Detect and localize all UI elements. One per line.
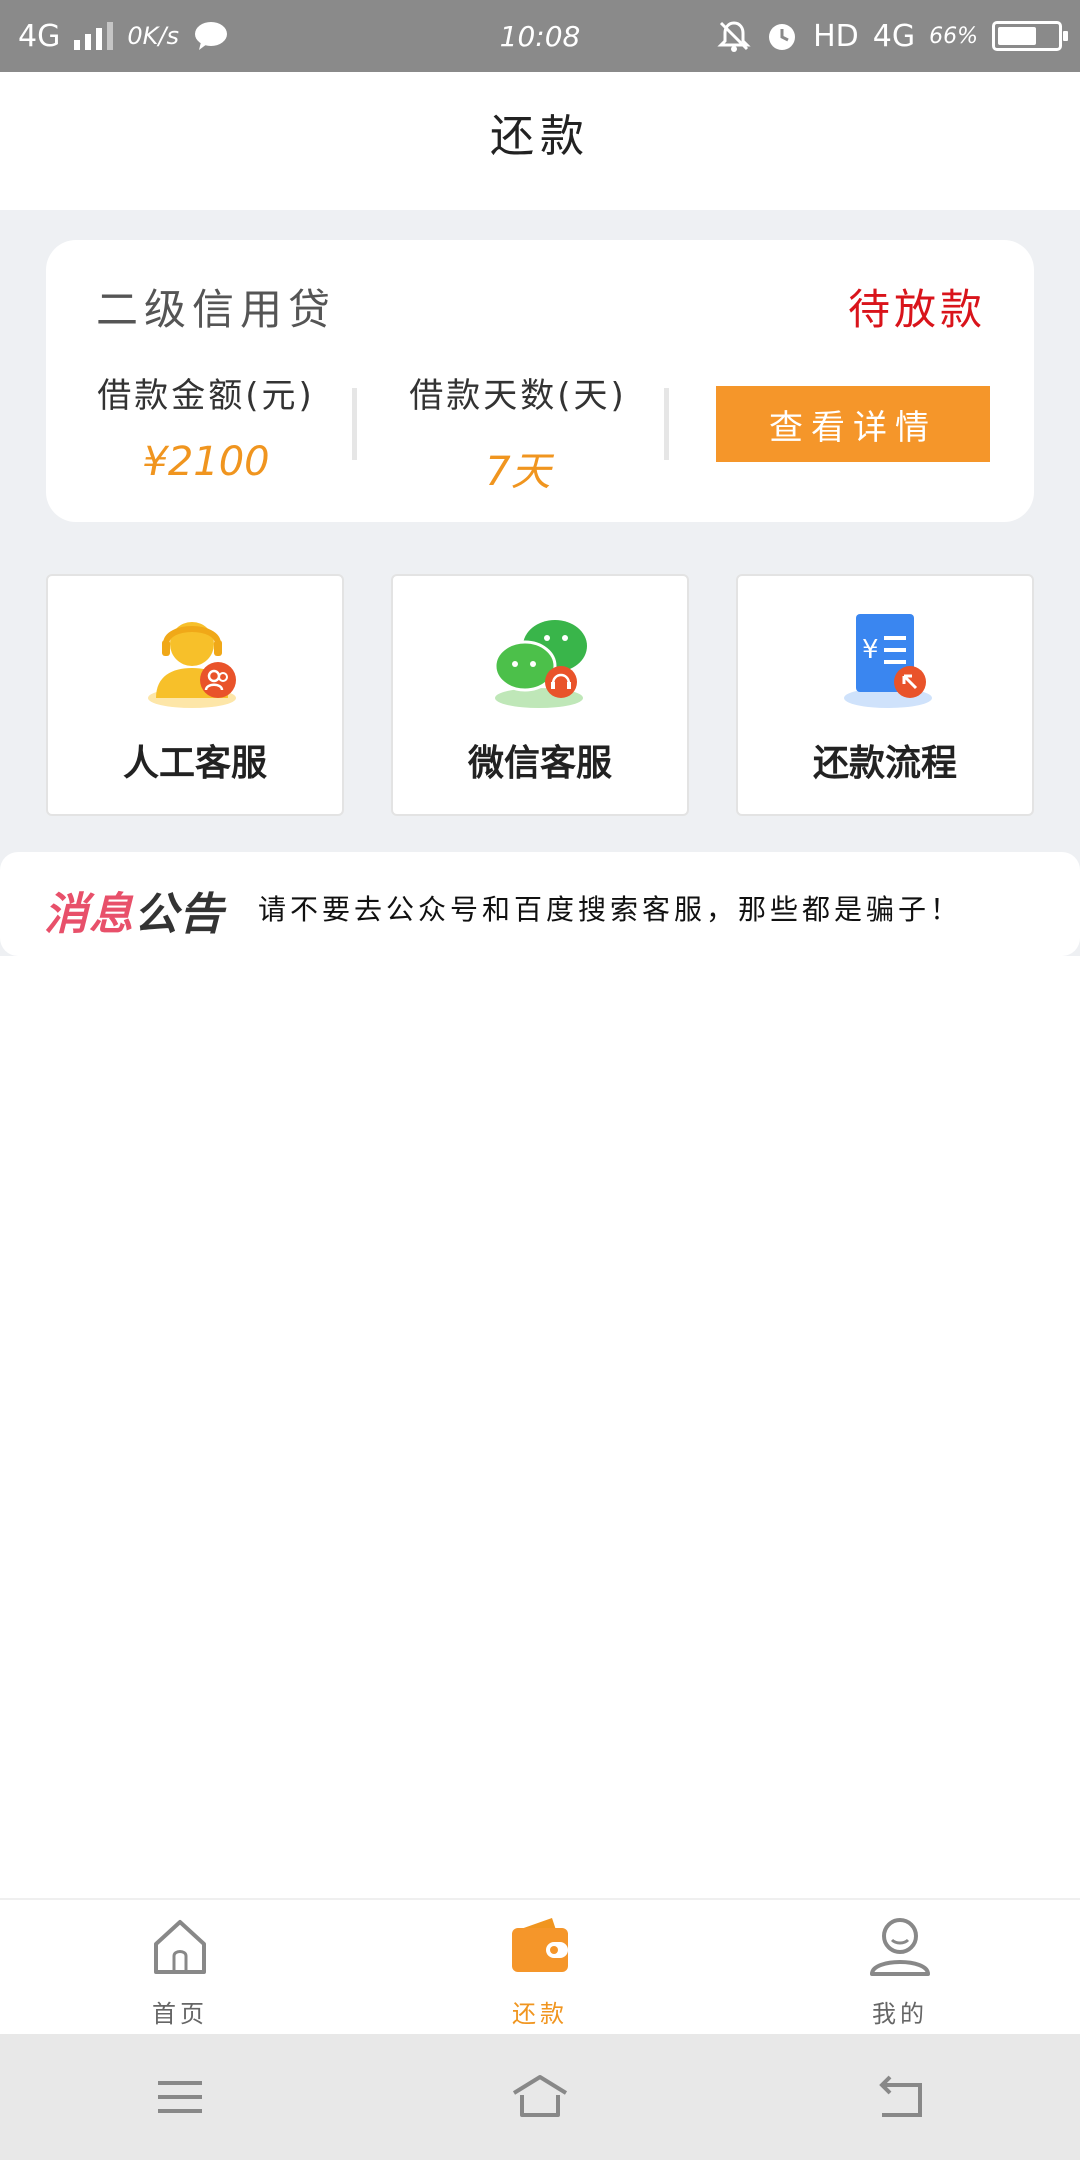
service-tile-repayment-process[interactable]: ¥ 还款流程	[736, 574, 1034, 816]
loan-amount-stat: 借款金额(元) ¥2100	[71, 368, 341, 485]
notice-tag-part2: 公告	[134, 889, 224, 940]
loan-days-value: 7天	[485, 449, 551, 495]
battery-level-fill	[998, 27, 1037, 45]
loan-status-label: 待放款	[847, 285, 986, 334]
battery-percent: 66%	[929, 23, 978, 49]
signal-strength-icon	[74, 22, 114, 50]
service-label: 人工客服	[122, 743, 267, 784]
service-label: 还款流程	[812, 743, 957, 784]
network-speed: 0K/s	[127, 22, 179, 50]
wallet-icon	[512, 1918, 568, 1972]
network-type-label: 4G	[18, 18, 61, 54]
loan-product-name: 二级信用贷	[96, 285, 337, 334]
tab-label: 首页	[152, 2000, 208, 2028]
tab-label: 还款	[512, 2000, 568, 2028]
network-type-right: 4G	[872, 18, 916, 54]
notice-tag-part1: 消息	[44, 889, 134, 940]
stat-divider	[664, 388, 669, 460]
svg-text:¥: ¥	[862, 635, 879, 665]
page-title: 还款	[490, 111, 590, 162]
service-label: 微信客服	[467, 743, 612, 784]
battery-icon	[992, 21, 1068, 51]
notice-text: 请不要去公众号和百度搜索客服，那些都是骗子！	[258, 893, 963, 926]
user-icon	[870, 1918, 930, 1976]
tab-home[interactable]: 首页	[0, 1900, 360, 2034]
view-details-button[interactable]: 查看详情	[716, 386, 990, 462]
repayment-document-icon: ¥	[844, 614, 932, 708]
agent-headset-icon	[148, 622, 236, 708]
service-tile-human-support[interactable]: 人工客服	[46, 574, 344, 816]
service-tile-wechat-support[interactable]: 微信客服	[391, 574, 689, 816]
home-icon	[154, 1920, 206, 1974]
home-nav-icon[interactable]	[510, 2067, 570, 2127]
bottom-tab-bar: 首页 还款 我的	[0, 1898, 1080, 2034]
system-navigation-bar	[0, 2034, 1080, 2160]
loan-days-label: 借款天数(天)	[409, 376, 627, 416]
notice-bar: 消息公告 请不要去公众号和百度搜索客服，那些都是骗子！	[0, 852, 1080, 956]
wechat-chat-icon	[493, 620, 587, 708]
menu-icon[interactable]	[150, 2067, 210, 2127]
loan-card: 二级信用贷 待放款 借款金额(元) ¥2100 借款天数(天) 7天 查看详情	[46, 240, 1034, 522]
tab-label: 我的	[872, 2000, 928, 2028]
notice-tag: 消息公告	[44, 878, 224, 942]
hd-indicator: HD	[813, 18, 859, 54]
back-icon[interactable]	[870, 2067, 930, 2127]
tab-repay[interactable]: 还款	[360, 1900, 720, 2034]
muted-bell-icon	[717, 21, 751, 52]
header-bar: 还款	[0, 72, 1080, 210]
alarm-clock-icon	[769, 24, 796, 50]
stat-divider	[352, 388, 357, 460]
loan-amount-label: 借款金额(元)	[97, 376, 315, 416]
status-bar: 4G 0K/s 10:08 HD 4G 66%	[0, 0, 1080, 72]
message-notification-icon	[194, 22, 227, 50]
loan-days-stat: 借款天数(天) 7天	[383, 368, 653, 497]
loan-amount-value: ¥2100	[142, 439, 270, 485]
tab-mine[interactable]: 我的	[720, 1900, 1080, 2034]
